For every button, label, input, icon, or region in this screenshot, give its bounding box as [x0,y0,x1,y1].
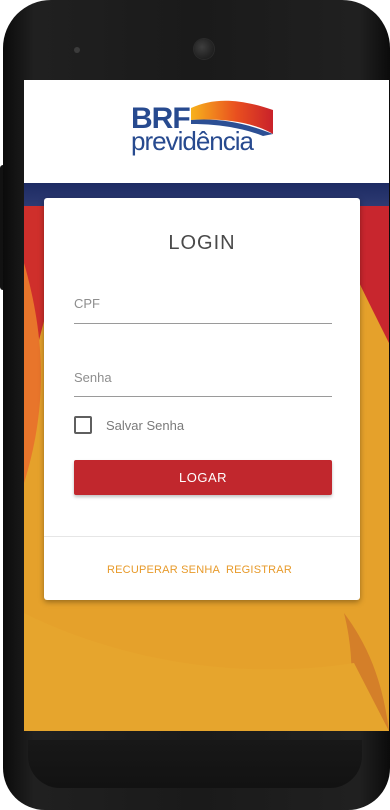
front-camera-icon [194,39,214,59]
brf-previdencia-logo: BRF previdência [131,98,281,162]
phone-frame: BRF previdência LOGIN CPF Senha Salvar S… [0,0,390,810]
cpf-field-underline [74,323,332,324]
save-password-label[interactable]: Salvar Senha [106,418,184,433]
phone-bottom-bezel [28,740,362,788]
cpf-field[interactable]: CPF [74,296,100,311]
password-field-underline [74,396,332,397]
proximity-sensor [74,47,80,53]
app-header: BRF previdência [24,80,389,183]
login-card: LOGIN CPF Senha Salvar Senha LOGAR RECUP… [44,198,360,600]
register-link[interactable]: REGISTRAR [226,564,292,576]
save-password-checkbox[interactable] [74,416,92,434]
logo-previdencia-text: previdência [131,126,254,156]
password-field[interactable]: Senha [74,370,112,385]
login-button[interactable]: LOGAR [74,460,332,495]
recover-password-link[interactable]: RECUPERAR SENHA [107,564,220,576]
login-title: LOGIN [168,232,236,254]
card-divider [44,536,360,537]
app-screen: BRF previdência LOGIN CPF Senha Salvar S… [24,80,389,731]
